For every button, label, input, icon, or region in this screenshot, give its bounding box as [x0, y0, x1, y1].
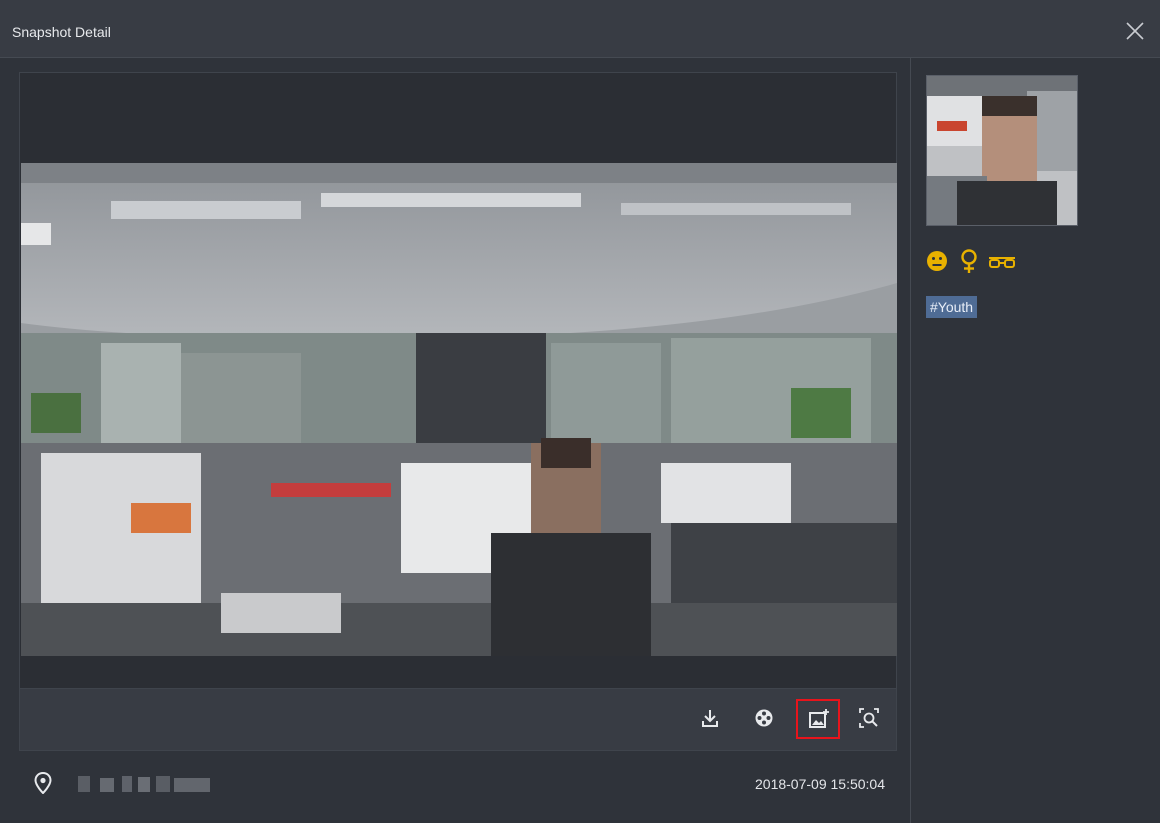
image-add-icon: [809, 709, 829, 728]
snapshot-detail-dialog: Snapshot Detail 2018-07-09 15:50:04 #You…: [0, 0, 1160, 823]
snapshot-toolbar: [19, 689, 897, 751]
snapshot-main-area: 2018-07-09 15:50:04: [0, 58, 910, 823]
close-button[interactable]: [1124, 20, 1146, 42]
location-pin-icon: [34, 772, 52, 794]
video-playback-button[interactable]: [751, 705, 777, 731]
neutral-face-icon: [927, 251, 947, 271]
female-icon: [961, 249, 977, 273]
glasses-icon: [989, 257, 1015, 268]
snapshot-timestamp: 2018-07-09 15:50:04: [755, 776, 885, 792]
search-by-image-button[interactable]: [856, 705, 882, 731]
face-thumbnail[interactable]: [926, 75, 1078, 226]
face-thumbnail-image: [927, 76, 1077, 225]
dialog-title: Snapshot Detail: [12, 24, 111, 40]
download-icon: [702, 710, 718, 727]
add-to-library-button[interactable]: [796, 699, 840, 739]
title-bar: Snapshot Detail: [0, 0, 1160, 58]
face-attributes-panel: #Youth: [910, 58, 1160, 823]
snapshot-footer: 2018-07-09 15:50:04: [0, 758, 910, 823]
location-name-redacted: [78, 776, 210, 792]
age-group-tag: #Youth: [926, 296, 978, 318]
download-button[interactable]: [697, 705, 723, 731]
close-icon: [1126, 22, 1144, 40]
snapshot-viewer[interactable]: [19, 72, 897, 689]
film-reel-icon: [755, 709, 773, 727]
search-frame-icon: [859, 708, 879, 728]
snapshot-image: [21, 163, 897, 656]
